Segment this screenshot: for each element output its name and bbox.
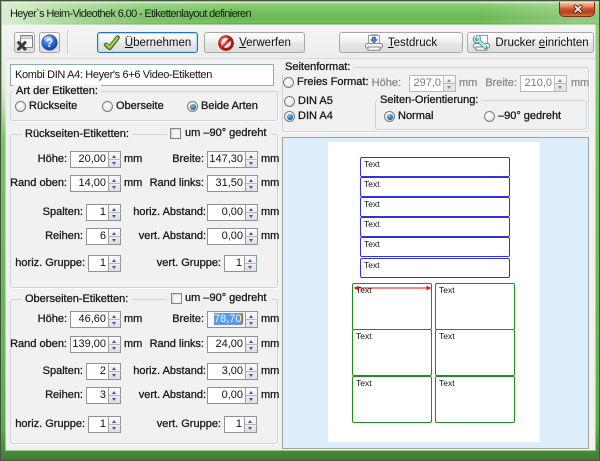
svg-text:?: ? bbox=[46, 36, 53, 50]
